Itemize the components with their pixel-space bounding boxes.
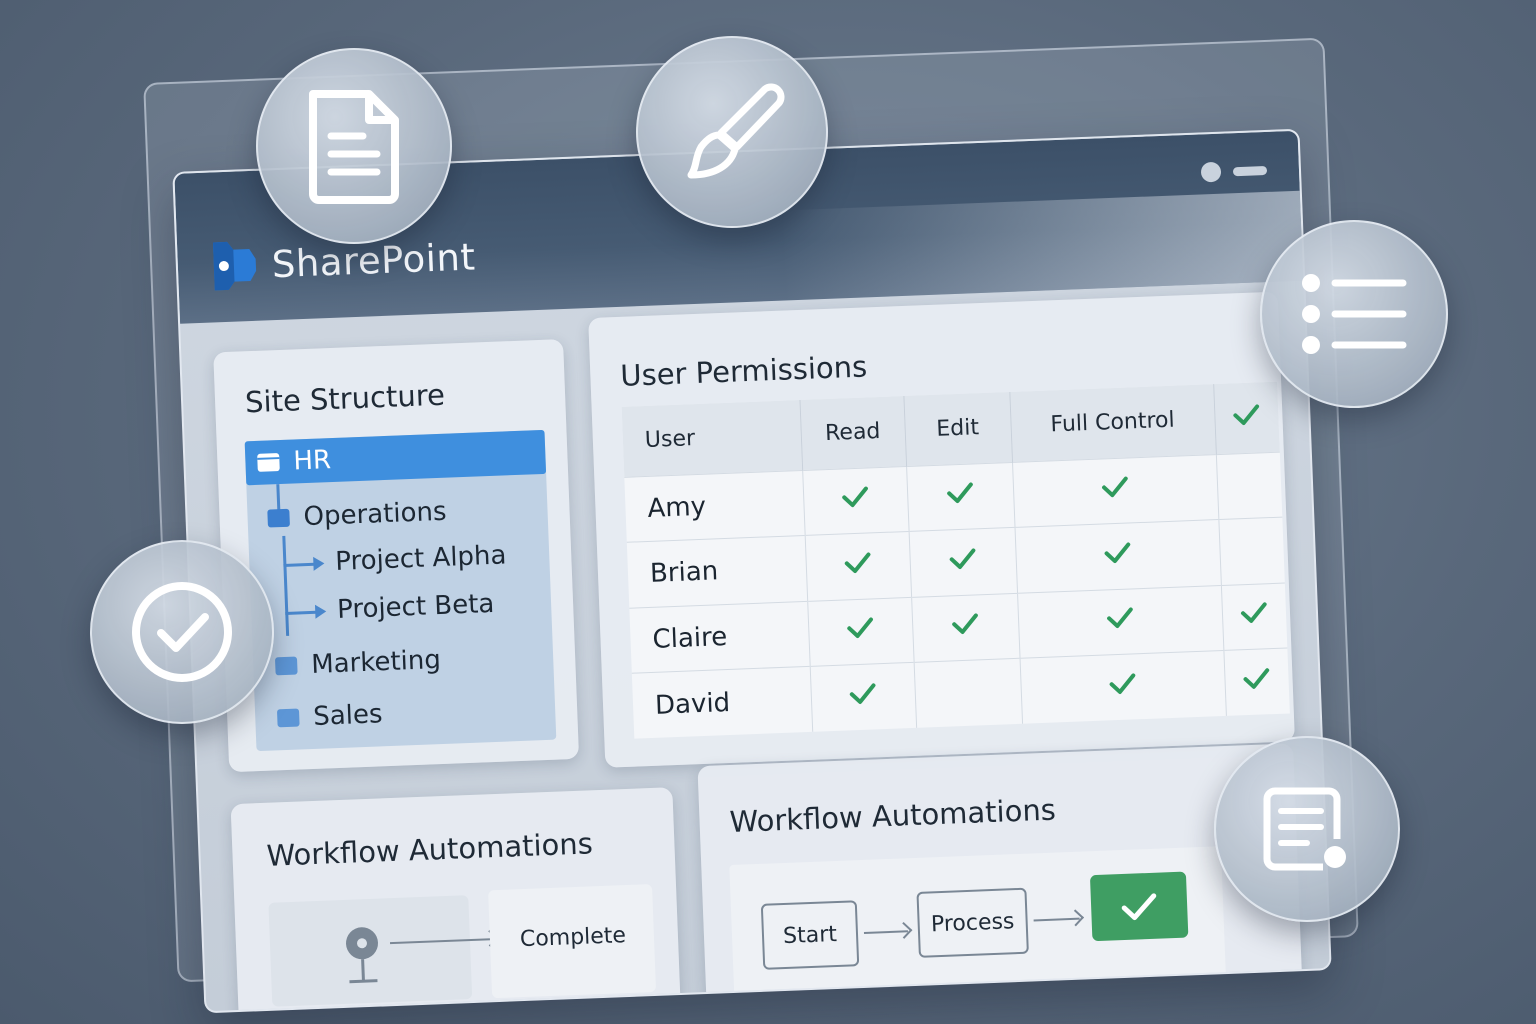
checkmark-icon xyxy=(1241,668,1272,699)
user-name-cell: Brian xyxy=(626,535,808,608)
workflow-trigger-box[interactable] xyxy=(268,895,473,1007)
sharepoint-logo-icon xyxy=(212,241,257,291)
column-header-edit[interactable]: Edit xyxy=(903,391,1013,467)
tree-item-operations[interactable]: Operations xyxy=(267,492,447,539)
permission-cell[interactable] xyxy=(1012,454,1219,528)
checkmark-icon xyxy=(840,486,871,518)
trigger-node-icon xyxy=(346,927,379,984)
permission-cell[interactable] xyxy=(913,658,1023,728)
checkmark-icon xyxy=(950,613,981,645)
folder-icon xyxy=(276,708,300,728)
stage: SharePoint Site Structure HR Operations xyxy=(0,0,1536,1024)
permission-cell[interactable] xyxy=(1215,451,1283,520)
checkmark-icon xyxy=(847,683,878,714)
certificate-bubble[interactable] xyxy=(1214,736,1400,922)
tree-item-hr[interactable]: HR xyxy=(244,429,547,486)
permission-cell[interactable] xyxy=(1017,585,1224,659)
column-header-full-control[interactable]: Full Control xyxy=(1009,384,1216,462)
permission-cell[interactable] xyxy=(1218,517,1285,586)
user-permissions-title: User Permissions xyxy=(619,349,868,393)
tree-item-label: Operations xyxy=(303,496,448,533)
complete-label: Complete xyxy=(519,923,627,953)
tree-item-label: Project Beta xyxy=(336,588,495,625)
folder-icon xyxy=(257,453,280,472)
permission-cell[interactable] xyxy=(1014,519,1221,593)
checkmark-icon xyxy=(845,617,876,649)
tree-item-label: Sales xyxy=(312,699,384,732)
sharepoint-window: SharePoint Site Structure HR Operations xyxy=(172,128,1332,1014)
permissions-table: User Read Edit Full Control Amy Brian Clai… xyxy=(621,381,1290,739)
window-controls xyxy=(1200,160,1268,183)
workflow-right-title: Workflow Automations xyxy=(728,792,1057,840)
site-structure-title: Site Structure xyxy=(244,377,446,420)
checkmark-icon xyxy=(1105,607,1136,639)
user-name-cell: Claire xyxy=(629,600,810,674)
brush-icon xyxy=(687,83,785,179)
permission-cell[interactable] xyxy=(802,466,909,536)
brush-bubble[interactable] xyxy=(636,36,828,228)
certificate-icon xyxy=(1263,787,1346,871)
tree-item-label: HR xyxy=(292,445,332,477)
permission-cell[interactable] xyxy=(911,592,1020,663)
checkmark-icon xyxy=(1102,542,1133,573)
checkmark-icon xyxy=(1107,673,1138,704)
check-circle-icon xyxy=(132,582,232,682)
document-icon xyxy=(309,90,399,204)
tree-item-label: Marketing xyxy=(310,645,442,680)
workflow-left-title: Workflow Automations xyxy=(265,826,594,873)
column-header-read[interactable]: Read xyxy=(799,396,907,471)
folder-icon xyxy=(274,656,298,676)
permission-cell[interactable] xyxy=(1220,582,1288,651)
permission-cell[interactable] xyxy=(1223,648,1290,716)
user-name-cell: David xyxy=(631,666,813,739)
list-bubble[interactable] xyxy=(1260,220,1448,408)
document-bubble[interactable] xyxy=(256,48,452,244)
checkmark-icon xyxy=(1239,602,1270,633)
flow-step-process[interactable]: Process xyxy=(916,887,1029,958)
site-structure-panel: Site Structure HR Operations Project Alp… xyxy=(213,339,580,773)
checkmark-icon xyxy=(1100,476,1131,508)
permission-cell[interactable] xyxy=(908,527,1018,597)
flow-step-complete[interactable] xyxy=(1089,871,1189,942)
site-tree: HR Operations Project Alpha Project Beta xyxy=(244,429,557,752)
column-header-user[interactable]: User xyxy=(621,400,803,477)
app-name: SharePoint xyxy=(271,234,477,286)
list-icon xyxy=(1302,274,1407,354)
permission-cell[interactable] xyxy=(809,662,917,732)
checkmark-icon xyxy=(947,548,978,579)
permission-cell[interactable] xyxy=(804,531,912,601)
flow-step-start[interactable]: Start xyxy=(760,900,860,970)
tree-item-label: Project Alpha xyxy=(334,540,507,577)
tree-item-marketing[interactable]: Marketing xyxy=(274,640,442,686)
permission-cell[interactable] xyxy=(1019,650,1226,724)
workflow-complete-box[interactable]: Complete xyxy=(488,884,657,999)
workflow-panel-left: Workflow Automations Complete xyxy=(230,787,681,1014)
check-bubble[interactable] xyxy=(90,540,274,724)
column-header-extra[interactable] xyxy=(1213,381,1280,455)
window-dot-icon[interactable] xyxy=(1200,161,1222,183)
checkmark-icon xyxy=(842,552,873,583)
minimize-icon[interactable] xyxy=(1232,165,1268,176)
checkmark-icon xyxy=(1121,893,1157,921)
tree-item-project-alpha[interactable]: Project Alpha xyxy=(335,535,508,582)
user-name-cell: Amy xyxy=(624,470,805,543)
permission-cell[interactable] xyxy=(906,461,1015,532)
checkmark-icon xyxy=(1231,404,1262,434)
tree-item-project-beta[interactable]: Project Beta xyxy=(336,584,495,630)
permission-cell[interactable] xyxy=(807,596,914,667)
checkmark-icon xyxy=(945,482,976,514)
workflow-panel-right: Workflow Automations Start Process xyxy=(697,743,1303,1014)
folder-icon xyxy=(267,508,290,528)
tree-item-sales[interactable]: Sales xyxy=(276,694,384,738)
user-permissions-panel: User Permissions User Read Edit Full Con… xyxy=(588,291,1295,768)
